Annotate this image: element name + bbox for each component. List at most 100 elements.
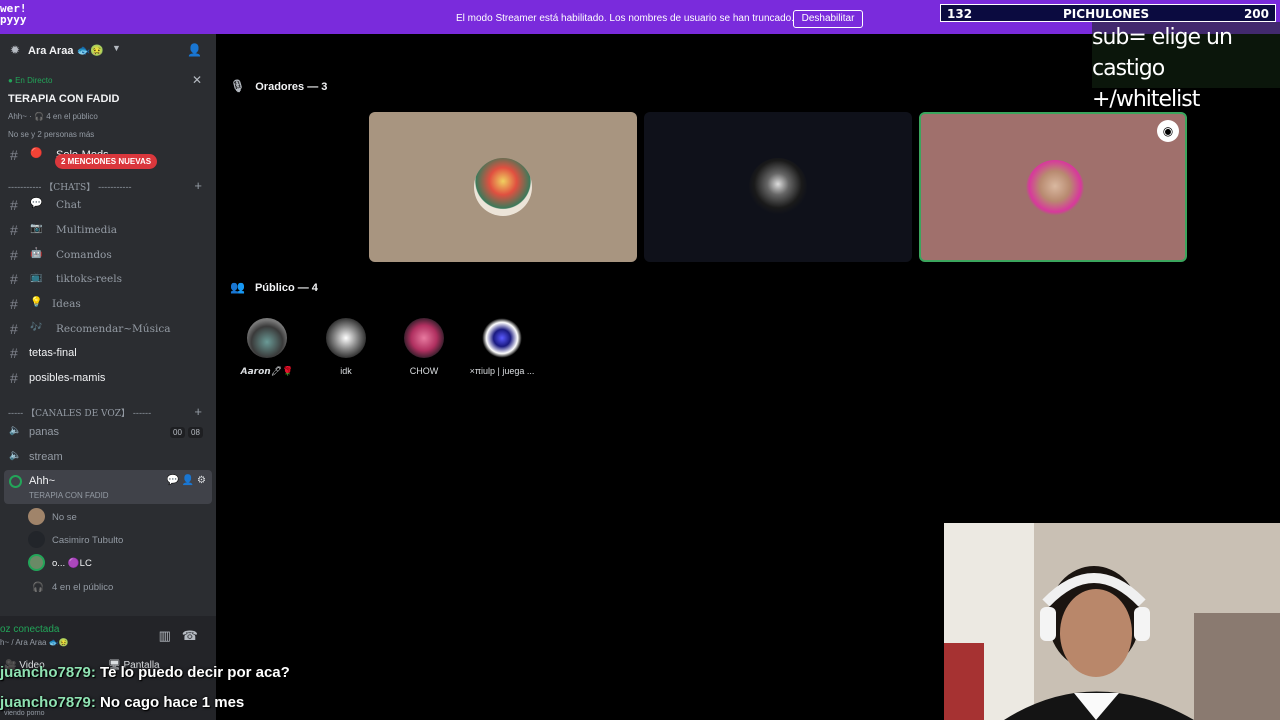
channel-label: tiktoks-reels [56,273,122,285]
stage-channel-label: Ahh~ [29,475,55,487]
goal-bar: 132 PICHULONES 200 [940,4,1276,22]
channel-emoji: 💬 [30,198,43,209]
channel-label: Ideas [52,298,81,310]
avatar [749,158,807,216]
channel-chat[interactable]: # 💬 Chat [0,194,216,216]
live-stage-card[interactable]: ● En Directo ✕ TERAPIA CON FADID Ahh~ · … [0,68,216,148]
hash-icon: # [10,296,18,312]
hash-icon: # [10,271,18,287]
channel-tiktoks-reels[interactable]: # 📺 tiktoks-reels [0,268,216,290]
chat-text: Te lo puedo decir por aca? [95,664,290,681]
stage-channel-topic: TERAPIA CON FADID [29,491,109,500]
webcam-feed [944,523,1280,720]
speakers-header: 🎙 Oradores — 3 [230,79,328,93]
stage-icon [9,475,22,488]
chat-username: juancho7879: [0,664,96,681]
voice-channel-stream[interactable]: 🔈 stream [0,446,216,468]
avatar [404,318,444,358]
voice-channel-label: stream [29,451,63,463]
disconnect-icon[interactable]: ☎ [182,628,198,643]
audience-count[interactable]: 🎧 4 en el público [28,578,208,598]
stage-member[interactable]: Casimiro Tubulto [28,531,208,551]
audience-header: 👥 Público — 4 [230,280,318,294]
noise-icon[interactable]: ▥ [159,628,171,643]
voice-connected-status: oz conectada [0,624,60,635]
server-name: Ara Araa 🐟🤢 [28,45,104,57]
active-stage-channel[interactable]: Ahh~ TERAPIA CON FADID 💬 👤 ⚙ [4,470,212,504]
channel-tetas-final[interactable]: # tetas-final [0,342,216,364]
speaker-tile[interactable] [369,112,637,262]
add-channel-icon[interactable]: + [194,404,202,419]
channel-tools[interactable]: 💬 👤 ⚙ [167,475,206,486]
hash-icon: # [10,345,18,361]
hash-icon: # [10,197,18,213]
chevron-down-icon: ▼ [112,43,121,53]
microphone-icon: 🎙 [230,79,246,93]
voice-channel-label: panas [29,426,59,438]
channel-comandos[interactable]: # 🤖 Comandos [0,244,216,266]
stage-moderator-icon: ◉ [1157,120,1179,142]
new-mentions-badge[interactable]: 2 MENCIONES NUEVAS [55,154,158,169]
avatar [482,318,522,358]
channel-label: posibles-mamis [29,372,106,384]
category-chats[interactable]: ----------- 【CHATS】 ----------- + [8,178,208,193]
category-voice[interactable]: ----- 【CANALES DE VOZ】 ------ + [8,404,208,419]
speaker-tile-speaking[interactable]: ◉ [919,112,1187,262]
stage-member[interactable]: No se [28,508,208,528]
audience-member[interactable]: 𝘼𝙖𝙧𝙤𝙣🖊🌹 [228,318,306,378]
speaker-icon: 🔈 [9,425,22,436]
audience-member[interactable]: idk [307,318,385,378]
avatar [326,318,366,358]
audience-member[interactable]: CHOW [385,318,463,378]
add-member-icon[interactable]: 👤 [187,43,202,57]
add-channel-icon[interactable]: + [194,178,202,193]
stage-member[interactable]: o... 🟣LC [28,554,208,574]
channel-label: Multimedia [56,224,117,236]
headphones-icon: 🎧 [32,582,44,593]
stage-listeners: No se y 2 personas más [8,130,95,139]
channel-sidebar: ✹ Ara Araa 🐟🤢 ▼ 👤 ● En Directo ✕ TERAPIA… [0,34,216,720]
channel-emoji: 🤖 [30,248,43,259]
voice-channel-panas[interactable]: 🔈 panas 00 08 [0,421,216,443]
close-icon[interactable]: ✕ [192,73,202,87]
chat-username: juancho7879: [0,694,96,711]
chat-text: No cago hace 1 mes [95,694,245,711]
channel-emoji: 🎶 [30,322,43,333]
audience-member[interactable]: ×πiulp | juega ... [463,318,541,378]
channel-label: tetas-final [29,347,77,359]
goal-target: 200 [1243,7,1269,21]
channel-recomendar-musica[interactable]: # 🎶 Recomendar~Música [0,318,216,340]
avatar [1026,160,1084,218]
webcam-image [944,523,1280,720]
channel-ideas[interactable]: # 💡 Ideas [0,293,216,315]
stage-title: TERAPIA CON FADID [8,93,120,105]
disable-streamer-mode-button[interactable]: Deshabilitar [793,10,863,28]
user-count: 00 [170,427,185,438]
chat-message: juancho7879: No cago hace 1 mes [0,694,244,711]
channel-multimedia[interactable]: # 📷 Multimedia [0,219,216,241]
goal-title: PICHULONES [1063,7,1150,21]
stream-overlay-text: sub= elige un castigo +/whitelist [1092,22,1280,112]
stage-info: Ahh~ · 🎧 4 en el público [8,112,98,121]
avatar [474,158,532,216]
activity-status: viendo porno [4,710,45,717]
user-limit: 08 [188,427,203,438]
streamer-mode-message: El modo Streamer está habilitado. Los no… [456,13,794,24]
channel-emoji: 📺 [30,272,43,283]
avatar [28,554,45,571]
goal-current: 132 [947,7,973,21]
hash-icon: # [10,222,18,238]
avatar [28,508,45,525]
voice-controls[interactable]: ▥ ☎ [159,628,198,644]
hash-icon: # [10,321,18,337]
hash-icon: # [10,247,18,263]
channel-label: Comandos [56,249,112,261]
live-tag: ● En Directo [8,76,53,85]
channel-emoji: 🔴 [30,148,43,159]
voice-connected-channel: h~ / Ara Araa 🐟🤢 [0,638,69,647]
server-header[interactable]: ✹ Ara Araa 🐟🤢 ▼ 👤 [0,34,216,66]
channel-posibles-mamis[interactable]: # posibles-mamis [0,367,216,389]
channel-label: Recomendar~Música [56,323,171,335]
speaker-tile[interactable] [644,112,912,262]
channel-label: Chat [56,199,82,211]
